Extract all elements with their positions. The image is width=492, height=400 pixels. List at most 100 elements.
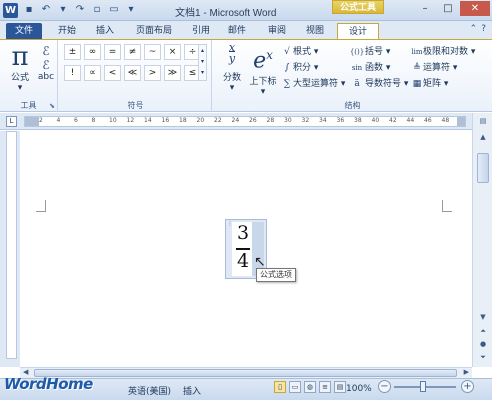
- limit-log-label: 极限和对数: [423, 47, 469, 57]
- tab-mailings[interactable]: 邮件: [222, 23, 252, 39]
- print-layout-icon[interactable]: ▯: [274, 381, 286, 393]
- symbol-much-greater[interactable]: ≫: [164, 65, 181, 81]
- integral-button[interactable]: ∫ 积分 ▾: [281, 60, 319, 73]
- tab-selector-icon[interactable]: L: [6, 116, 17, 127]
- large-operator-label: 大型运算符: [293, 79, 339, 89]
- vertical-scroll-thumb[interactable]: [477, 153, 489, 183]
- bracket-label: 括号: [365, 47, 384, 57]
- tab-home[interactable]: 开始: [50, 23, 84, 39]
- radical-icon: √: [284, 47, 290, 57]
- matrix-label: 矩阵: [423, 79, 442, 89]
- ruler-number: 8: [91, 117, 96, 124]
- scroll-up-icon[interactable]: ▲: [477, 133, 489, 144]
- limit-icon: lim: [411, 48, 423, 56]
- symbol-tilde[interactable]: ~: [144, 44, 161, 60]
- web-layout-icon[interactable]: ◍: [304, 381, 316, 393]
- browse-object-icon[interactable]: ●: [477, 340, 489, 351]
- redo-icon[interactable]: ↷: [73, 3, 87, 17]
- tools-group: π 公式 ▾ ℰ ℰ abc 工具 ⬊: [0, 40, 58, 112]
- formula-dropdown-icon: ▾: [17, 83, 23, 93]
- symbol-gallery-scroll[interactable]: ▴ ▾ ▾: [198, 44, 207, 81]
- open-folder-icon[interactable]: ▭: [107, 3, 121, 17]
- ruler-number: 18: [179, 117, 187, 124]
- bracket-button[interactable]: {()}括号 ▾: [349, 44, 391, 57]
- radical-button[interactable]: √ 根式 ▾: [281, 44, 318, 57]
- previous-page-icon[interactable]: ⏶: [477, 327, 489, 338]
- save-icon[interactable]: ▪: [22, 3, 36, 17]
- fraction-numerator[interactable]: 3: [235, 222, 251, 244]
- ruler-number: 6: [74, 117, 78, 124]
- scroll-right-icon[interactable]: ▶: [464, 368, 469, 376]
- undo-icon[interactable]: ↶: [39, 3, 53, 17]
- tab-page-layout[interactable]: 页面布局: [128, 23, 180, 39]
- customize-toolbar-icon[interactable]: ▾: [124, 3, 138, 17]
- zoom-level[interactable]: 100%: [346, 384, 372, 394]
- next-page-icon[interactable]: ⏷: [477, 353, 489, 364]
- symbol-factorial[interactable]: !: [64, 65, 81, 81]
- matrix-button[interactable]: ▦ 矩阵 ▾: [411, 76, 449, 89]
- symbol-infinity[interactable]: ∞: [84, 44, 101, 60]
- ruler-number: 36: [336, 117, 345, 124]
- scroll-down-icon[interactable]: ▼: [477, 313, 489, 324]
- ruler-number: 4: [56, 117, 61, 124]
- fraction-label: 分数: [222, 73, 241, 83]
- symbol-less-than[interactable]: <: [104, 65, 121, 81]
- ruler-number: 38: [354, 117, 362, 124]
- tab-review[interactable]: 审阅: [262, 23, 292, 39]
- horizontal-ruler[interactable]: 2 4 6 8 10 12 14 16 18 20 22 24 26 28 30 32 34 36 38 40 42 44…: [24, 116, 466, 127]
- symbol-much-less[interactable]: ≪: [124, 65, 141, 81]
- ribbon-tabs: 文件 开始 插入 页面布局 引用 邮件 审阅 视图 设计 ⌃ ?: [0, 21, 492, 39]
- function-button[interactable]: sin 函数 ▾: [349, 60, 391, 73]
- large-operator-button[interactable]: ∑ 大型运算符 ▾: [281, 76, 346, 89]
- tab-view[interactable]: 视图: [300, 23, 330, 39]
- tab-file[interactable]: 文件: [6, 23, 42, 39]
- symbol-times[interactable]: ×: [164, 44, 181, 60]
- vertical-scrollbar[interactable]: ▤ ▲ ▼ ⏶ ● ⏷: [472, 113, 492, 367]
- zoom-slider-knob[interactable]: [420, 381, 426, 392]
- ribbon-minimize-icon[interactable]: ⌃: [470, 24, 478, 34]
- dialog-launcher-icon[interactable]: ⬊: [49, 102, 55, 110]
- vertical-ruler[interactable]: [6, 131, 17, 359]
- tab-insert[interactable]: 插入: [90, 23, 120, 39]
- maximize-icon[interactable]: □: [437, 1, 459, 16]
- limit-log-button[interactable]: lim极限和对数 ▾: [411, 44, 475, 57]
- undo-dropdown-icon[interactable]: ▾: [56, 3, 70, 17]
- abc-button[interactable]: ℰ ℰ abc: [36, 44, 56, 82]
- horizontal-scroll-thumb[interactable]: [34, 369, 457, 377]
- ruler-number: 16: [161, 117, 170, 124]
- tab-design[interactable]: 设计: [337, 23, 379, 39]
- symbol-greater-than[interactable]: >: [144, 65, 161, 81]
- zoom-out-icon[interactable]: −: [378, 380, 391, 393]
- new-document-icon[interactable]: ▫: [90, 3, 104, 17]
- language-status[interactable]: 英语(美国): [128, 384, 171, 397]
- operator-button[interactable]: ≜ 运算符 ▾: [411, 60, 457, 73]
- script-button[interactable]: ex 上下标 ▾: [247, 42, 279, 97]
- sum-icon: ∑: [283, 79, 291, 89]
- help-icons: ⌃ ?: [470, 24, 486, 34]
- formula-button[interactable]: π 公式 ▾: [8, 44, 32, 93]
- help-icon[interactable]: ?: [481, 24, 486, 34]
- minimize-icon[interactable]: –: [414, 1, 436, 16]
- ruler-number: 28: [266, 117, 275, 124]
- symbol-proportional[interactable]: ∝: [84, 65, 101, 81]
- accent-button[interactable]: ä 导数符号 ▾: [349, 76, 408, 89]
- full-screen-reading-icon[interactable]: ▭: [289, 381, 301, 393]
- outline-view-icon[interactable]: ≡: [319, 381, 331, 393]
- pi-icon: π: [11, 42, 29, 72]
- ruler-number: 2: [39, 117, 43, 124]
- symbol-equals[interactable]: =: [104, 44, 121, 60]
- close-icon[interactable]: ✕: [460, 1, 490, 16]
- fraction-button[interactable]: xy 分数 ▾: [219, 42, 245, 93]
- word-logo-icon[interactable]: W: [3, 3, 18, 18]
- ruler-toggle-icon[interactable]: ▤: [477, 117, 489, 128]
- symbol-plus-minus[interactable]: ±: [64, 44, 81, 60]
- fraction-denominator[interactable]: 4: [235, 250, 251, 272]
- symbol-not-equal[interactable]: ≠: [124, 44, 141, 60]
- tab-references[interactable]: 引用: [186, 23, 216, 39]
- operator-label: 运算符: [423, 63, 451, 73]
- draft-view-icon[interactable]: ▤: [334, 381, 346, 393]
- ruler-number: 10: [109, 117, 117, 124]
- quick-access-toolbar: ▪ ↶ ▾ ↷ ▫ ▭ ▾: [22, 3, 138, 17]
- zoom-in-icon[interactable]: +: [461, 380, 474, 393]
- insert-mode-status[interactable]: 插入: [183, 384, 201, 397]
